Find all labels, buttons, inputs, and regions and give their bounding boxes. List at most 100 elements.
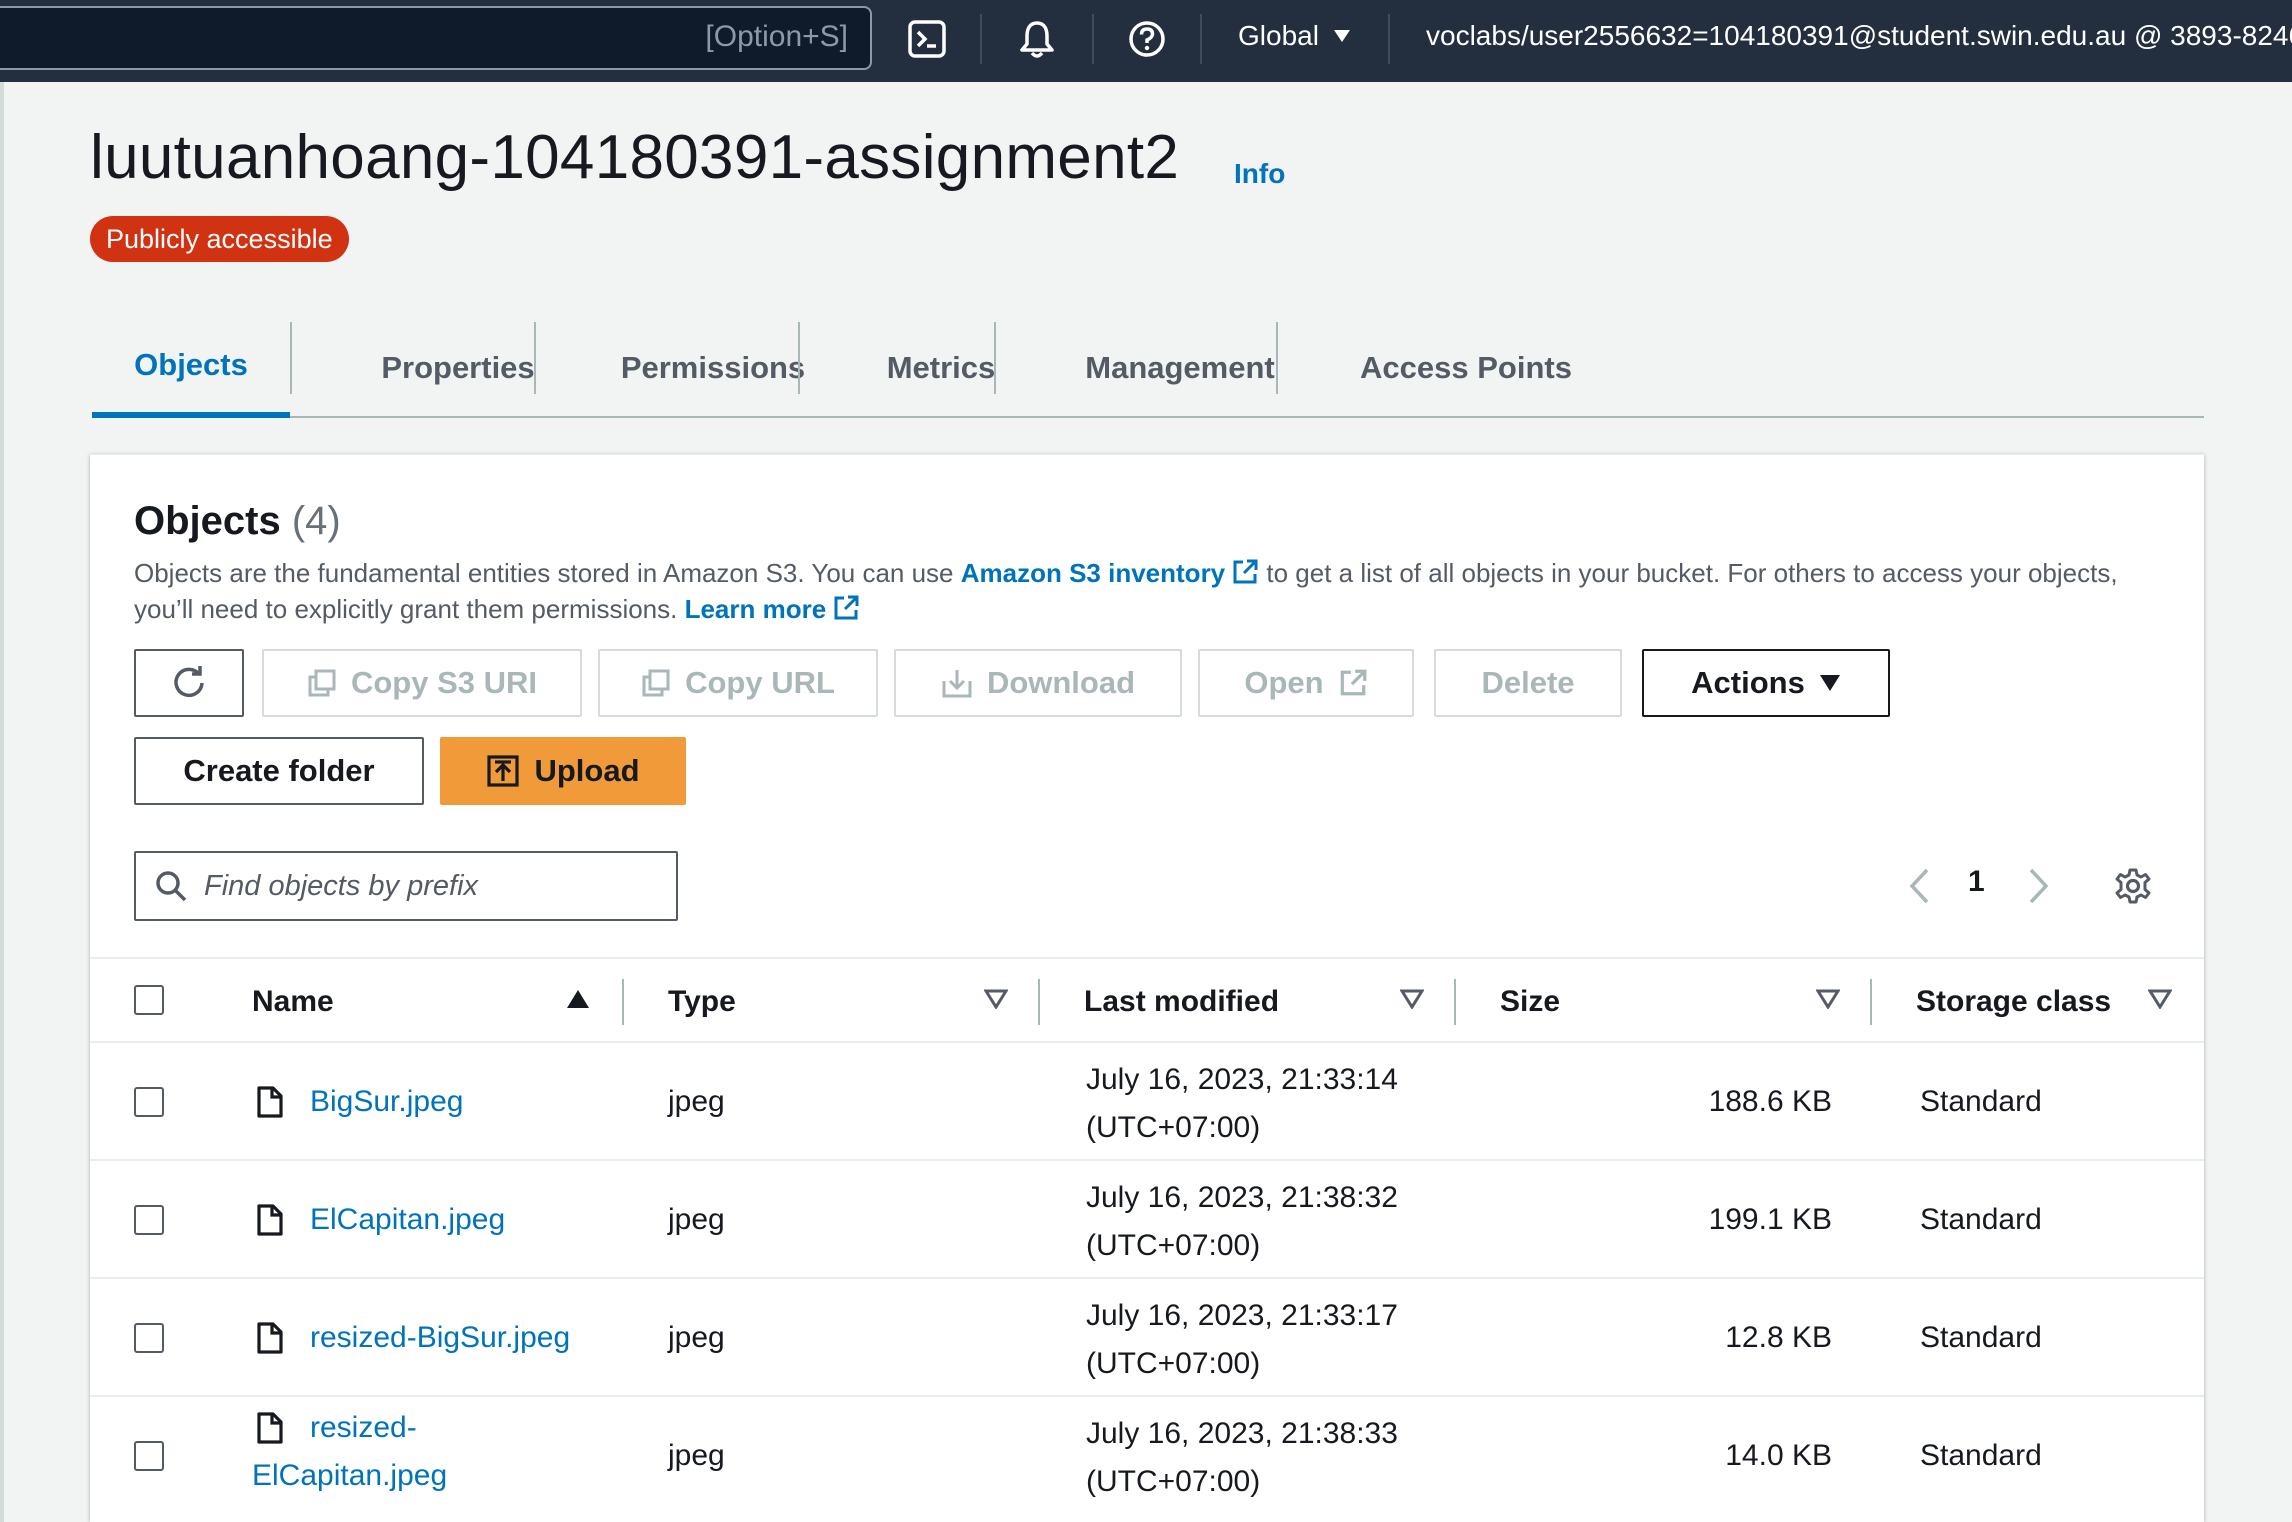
- row-checkbox[interactable]: [134, 1087, 164, 1117]
- object-last-modified-tz: (UTC+07:00): [1086, 1111, 1261, 1144]
- table-row: BigSur.jpeg jpeg July 16, 2023, 21:33:14…: [90, 1043, 2204, 1161]
- object-last-modified: July 16, 2023, 21:38:33: [1086, 1417, 1398, 1450]
- object-type: jpeg: [668, 1085, 725, 1118]
- column-header-last-modified[interactable]: Last modified: [1084, 959, 1279, 1045]
- download-button[interactable]: Download: [894, 649, 1182, 717]
- upload-button[interactable]: Upload: [440, 737, 686, 805]
- copy-s3-uri-label: Copy S3 URI: [350, 665, 538, 700]
- external-link-icon: [834, 595, 859, 620]
- region-selector[interactable]: Global: [1238, 20, 1351, 52]
- column-header-name[interactable]: Name: [252, 959, 334, 1045]
- info-link[interactable]: Info: [1234, 158, 1285, 190]
- object-storage-class: Standard: [1920, 1085, 2042, 1118]
- chevron-right-icon: [2029, 868, 2049, 904]
- learn-more-link-label: Learn more: [684, 594, 827, 624]
- create-folder-label: Create folder: [183, 753, 375, 788]
- region-label: Global: [1238, 20, 1319, 51]
- copy-url-button[interactable]: Copy URL: [598, 649, 878, 717]
- service-search-input[interactable]: [Option+S]: [0, 6, 872, 70]
- sort-icon[interactable]: [1816, 989, 1840, 1009]
- find-objects-field[interactable]: [134, 851, 678, 921]
- object-name-link[interactable]: ElCapitan.jpeg: [310, 1203, 505, 1237]
- file-icon: [257, 1086, 283, 1118]
- sort-icon[interactable]: [1400, 989, 1424, 1009]
- sort-icon[interactable]: [2148, 989, 2172, 1009]
- chevron-left-icon: [1909, 868, 1929, 904]
- row-checkbox[interactable]: [134, 1323, 164, 1353]
- search-icon: [156, 871, 187, 902]
- object-last-modified-tz: (UTC+07:00): [1086, 1465, 1261, 1498]
- select-all-checkbox[interactable]: [134, 985, 164, 1015]
- objects-description: Objects are the fundamental entities sto…: [134, 555, 2174, 627]
- row-checkbox[interactable]: [134, 1441, 164, 1471]
- upload-icon: [487, 755, 520, 787]
- find-objects-input[interactable]: [204, 869, 664, 903]
- delete-label: Delete: [1481, 665, 1575, 700]
- top-navigation-bar: [Option+S] Global voclabs/user2556632=10…: [0, 0, 2292, 82]
- preferences-button[interactable]: [2114, 861, 2152, 911]
- column-header-storage-class[interactable]: Storage class: [1916, 959, 2111, 1045]
- actions-label: Actions: [1691, 665, 1805, 700]
- refresh-icon: [174, 666, 204, 698]
- side-nav-edge: [0, 82, 4, 1522]
- sort-ascending-icon[interactable]: [566, 989, 590, 1009]
- table-row: resized- ElCapitan.jpeg jpeg July 16, 20…: [90, 1397, 2204, 1515]
- column-header-type[interactable]: Type: [668, 959, 736, 1045]
- object-storage-class: Standard: [1920, 1203, 2042, 1236]
- object-size: 12.8 KB: [1725, 1321, 1832, 1354]
- account-menu[interactable]: voclabs/user2556632=104180391@student.sw…: [1426, 20, 2292, 52]
- open-label: Open: [1244, 665, 1324, 700]
- delete-button[interactable]: Delete: [1434, 649, 1622, 717]
- sort-icon[interactable]: [984, 989, 1008, 1009]
- row-checkbox[interactable]: [134, 1205, 164, 1235]
- gear-icon: [2115, 868, 2151, 904]
- object-last-modified: July 16, 2023, 21:33:17: [1086, 1299, 1398, 1332]
- caret-down-icon: [1819, 675, 1840, 691]
- object-name-link[interactable]: BigSur.jpeg: [310, 1085, 463, 1119]
- copy-s3-uri-button[interactable]: Copy S3 URI: [262, 649, 582, 717]
- object-storage-class: Standard: [1920, 1439, 2042, 1472]
- tab-access-points[interactable]: Access Points: [1278, 318, 1654, 418]
- download-label: Download: [986, 665, 1136, 700]
- copy-url-label: Copy URL: [685, 665, 835, 700]
- object-type: jpeg: [668, 1203, 725, 1236]
- table-row: ElCapitan.jpeg jpeg July 16, 2023, 21:38…: [90, 1161, 2204, 1279]
- actions-dropdown[interactable]: Actions: [1642, 649, 1890, 717]
- object-name-link[interactable]: resized-: [310, 1411, 417, 1445]
- column-header-size[interactable]: Size: [1500, 959, 1560, 1045]
- refresh-button[interactable]: [134, 649, 244, 717]
- caret-down-icon: [1333, 30, 1350, 42]
- tab-objects[interactable]: Objects: [92, 318, 290, 418]
- s3-inventory-link[interactable]: Amazon S3 inventory: [961, 558, 1259, 588]
- copy-icon: [308, 669, 336, 697]
- open-button[interactable]: Open: [1198, 649, 1414, 717]
- table-header: Name Type Last modified Size Storage cla…: [90, 957, 2204, 1043]
- create-folder-button[interactable]: Create folder: [134, 737, 424, 805]
- learn-more-link[interactable]: Learn more: [685, 594, 861, 624]
- object-type: jpeg: [668, 1439, 725, 1472]
- object-storage-class: Standard: [1920, 1321, 2042, 1354]
- objects-heading-label: Objects: [134, 499, 281, 543]
- status-badge: Publicly accessible: [90, 216, 349, 262]
- help-icon[interactable]: [1126, 18, 1168, 60]
- s3-inventory-link-label: Amazon S3 inventory: [960, 558, 1226, 588]
- table-row: resized-BigSur.jpeg jpeg July 16, 2023, …: [90, 1279, 2204, 1397]
- object-type: jpeg: [668, 1321, 725, 1354]
- cloudshell-icon[interactable]: [906, 18, 948, 60]
- file-icon: [257, 1204, 283, 1236]
- next-page-button[interactable]: [2028, 861, 2050, 911]
- objects-panel: Objects (4) Objects are the fundamental …: [90, 454, 2204, 1522]
- object-size: 188.6 KB: [1708, 1085, 1832, 1118]
- page-title: luutuanhoang-104180391-assignment2: [90, 123, 1180, 192]
- bell-icon[interactable]: [1016, 18, 1058, 60]
- external-link-icon: [1340, 669, 1367, 696]
- object-name-link[interactable]: resized-BigSur.jpeg: [310, 1321, 570, 1355]
- bucket-tabs: Objects Properties Permissions Metrics M…: [92, 318, 2204, 418]
- object-last-modified: July 16, 2023, 21:33:14: [1086, 1063, 1398, 1096]
- objects-count: (4): [291, 499, 341, 543]
- search-shortcut-hint: [Option+S]: [705, 20, 848, 53]
- page-number[interactable]: 1: [1968, 865, 1985, 899]
- previous-page-button[interactable]: [1908, 861, 1930, 911]
- object-size: 199.1 KB: [1708, 1203, 1832, 1236]
- object-name-link-continued[interactable]: ElCapitan.jpeg: [252, 1459, 447, 1493]
